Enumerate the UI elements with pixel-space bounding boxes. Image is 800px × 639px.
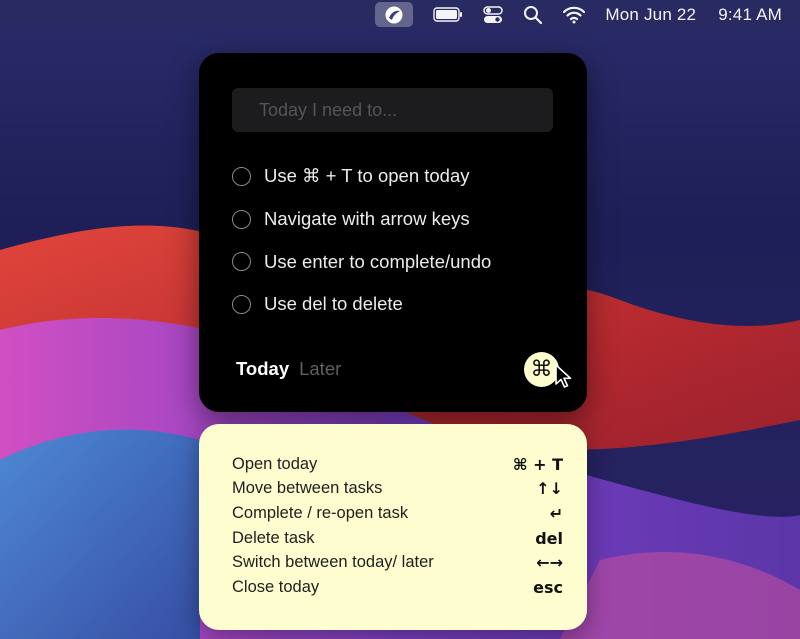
shortcut-key: ↵ (549, 503, 563, 523)
shortcut-label: Move between tasks (232, 479, 383, 498)
task-item[interactable]: Use del to delete (232, 283, 562, 326)
shortcut-row: Open today ⌘ + T (232, 452, 563, 477)
shortcut-label: Delete task (232, 528, 315, 547)
shortcut-key: ↑↓ (536, 479, 563, 499)
battery-icon[interactable] (433, 0, 463, 29)
wifi-icon[interactable] (563, 0, 586, 29)
spotlight-search-icon[interactable] (523, 0, 543, 29)
command-key-icon: ⌘ (530, 357, 553, 382)
today-app-icon (385, 6, 403, 23)
shortcut-key: ⌘ + T (512, 454, 563, 474)
task-checkbox[interactable] (232, 166, 251, 186)
shortcut-key: esc (533, 577, 563, 597)
task-label: Use enter to complete/undo (264, 250, 492, 272)
menubar-date[interactable]: Mon Jun 22 (605, 0, 696, 29)
shortcut-label: Close today (232, 577, 320, 596)
task-label: Use ⌘ + T to open today (264, 165, 470, 187)
tab-today[interactable]: Today (236, 358, 289, 380)
control-center-icon[interactable] (483, 0, 504, 29)
shortcut-row: Move between tasks ↑↓ (232, 477, 563, 502)
today-panel: Use ⌘ + T to open today Navigate with ar… (199, 53, 587, 412)
menu-bar: Mon Jun 22 9:41 AM (0, 0, 800, 29)
task-list: Use ⌘ + T to open today Navigate with ar… (232, 155, 562, 326)
shortcut-label: Open today (232, 454, 318, 473)
shortcut-label: Switch between today/ later (232, 553, 434, 572)
shortcuts-sheet: Open today ⌘ + T Move between tasks ↑↓ C… (199, 424, 587, 630)
task-checkbox[interactable] (232, 209, 251, 229)
shortcut-row: Switch between today/ later ←→ (232, 550, 563, 575)
shortcut-key: del (535, 528, 563, 548)
task-checkbox[interactable] (232, 294, 251, 314)
shortcut-list: Open today ⌘ + T Move between tasks ↑↓ C… (232, 452, 563, 600)
shortcut-label: Complete / re-open task (232, 503, 409, 522)
mouse-pointer-icon (555, 364, 572, 388)
task-label: Navigate with arrow keys (264, 208, 470, 230)
task-label: Use del to delete (264, 293, 403, 315)
today-app-menubar-icon[interactable] (375, 2, 414, 27)
tab-later[interactable]: Later (299, 358, 341, 380)
task-item[interactable]: Navigate with arrow keys (232, 198, 562, 241)
shortcut-row: Close today esc (232, 575, 563, 600)
menubar-time[interactable]: 9:41 AM (718, 0, 782, 29)
shortcut-row: Delete task del (232, 526, 563, 551)
list-tabs: Today Later (236, 358, 341, 380)
task-item[interactable]: Use enter to complete/undo (232, 240, 562, 283)
new-task-input[interactable] (232, 88, 553, 132)
shortcut-row: Complete / re-open task ↵ (232, 501, 563, 526)
shortcut-key: ←→ (536, 553, 563, 573)
task-item[interactable]: Use ⌘ + T to open today (232, 155, 562, 198)
task-checkbox[interactable] (232, 252, 251, 272)
